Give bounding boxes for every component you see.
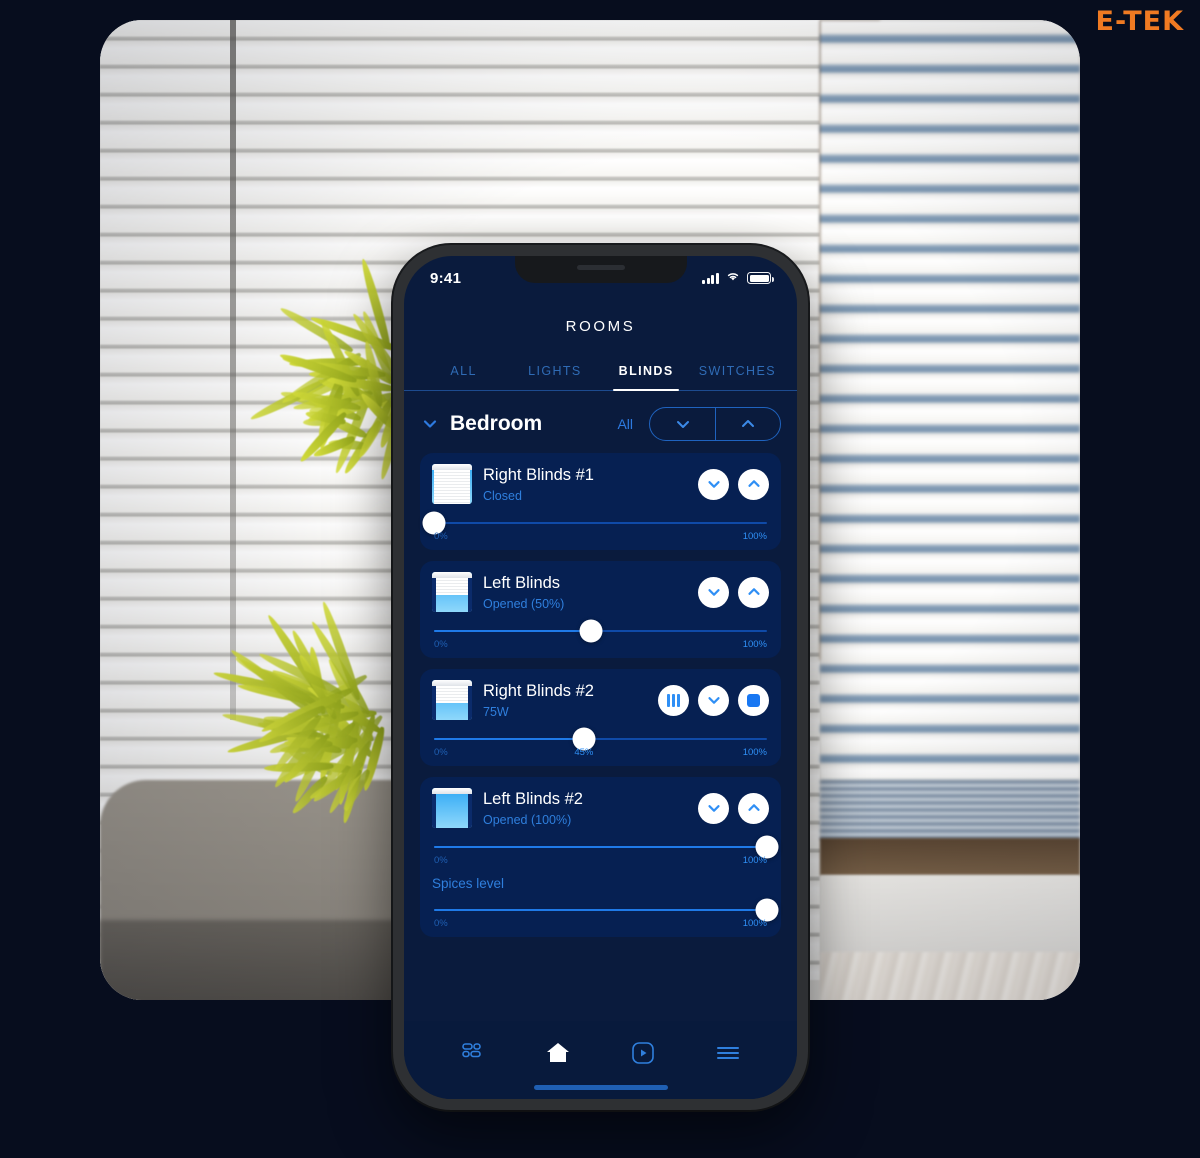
device-card[interactable]: Right Blinds #1 Closed 0% 100% bbox=[420, 453, 781, 550]
slider-track[interactable] bbox=[434, 738, 767, 740]
device-slider: 0% 100% bbox=[432, 504, 769, 542]
slider-min-label: 0% bbox=[434, 855, 448, 866]
tab-all[interactable]: ALL bbox=[418, 355, 509, 390]
device-card-header: Right Blinds #1 Closed bbox=[432, 464, 769, 504]
slider-track[interactable] bbox=[434, 630, 767, 632]
extra-slider-label: Spices level bbox=[432, 876, 769, 891]
device-status: 75W bbox=[483, 705, 647, 719]
slider-max-label: 100% bbox=[743, 918, 767, 929]
slider-track[interactable] bbox=[434, 909, 767, 911]
status-time: 9:41 bbox=[430, 270, 461, 287]
device-name: Right Blinds #1 bbox=[483, 465, 687, 486]
device-card-header: Left Blinds #2 Opened (100%) bbox=[432, 788, 769, 828]
device-name: Right Blinds #2 bbox=[483, 681, 647, 702]
device-slider: 0% 100% bbox=[432, 828, 769, 866]
room-header: Bedroom All bbox=[404, 391, 797, 453]
device-info: Right Blinds #2 75W bbox=[483, 681, 647, 719]
device-status: Opened (50%) bbox=[483, 597, 687, 611]
media-play-icon[interactable] bbox=[620, 1032, 666, 1074]
room-all-label: All bbox=[617, 416, 633, 432]
slider-max-label: 100% bbox=[743, 531, 767, 542]
device-info: Right Blinds #1 Closed bbox=[483, 465, 687, 503]
device-actions bbox=[698, 577, 769, 608]
device-name: Left Blinds bbox=[483, 573, 687, 594]
slider-scale: 0% 100% bbox=[434, 855, 767, 866]
bottom-navigation bbox=[404, 1021, 797, 1099]
room-name: Bedroom bbox=[450, 412, 607, 436]
close-blind-button[interactable] bbox=[698, 793, 729, 824]
slider-scale: 0% 100% bbox=[434, 918, 767, 929]
open-blind-button[interactable] bbox=[738, 577, 769, 608]
device-actions bbox=[658, 685, 769, 716]
open-blind-button[interactable] bbox=[738, 793, 769, 824]
room-group-controls bbox=[649, 407, 781, 441]
extra-slider: 0% 100% bbox=[432, 891, 769, 929]
slider-track[interactable] bbox=[434, 846, 767, 848]
blind-closed-icon bbox=[432, 464, 472, 504]
menu-icon[interactable] bbox=[705, 1032, 751, 1074]
device-card[interactable]: Left Blinds Opened (50%) 0% 100% bbox=[420, 561, 781, 658]
screenshot-root: E-TEK 9:41 ROOMS ALL LIGHTS BLINDS SWITC… bbox=[0, 0, 1200, 1158]
blind-half-icon bbox=[432, 680, 472, 720]
pause-icon[interactable] bbox=[658, 685, 689, 716]
chevron-down-icon[interactable] bbox=[420, 414, 440, 434]
device-status: Closed bbox=[483, 489, 687, 503]
phone-mockup: 9:41 ROOMS ALL LIGHTS BLINDS SWITCHES Be… bbox=[393, 245, 808, 1110]
slider-min-label: 0% bbox=[434, 918, 448, 929]
close-blind-button[interactable] bbox=[698, 469, 729, 500]
device-card-header: Right Blinds #2 75W bbox=[432, 680, 769, 720]
device-list: Right Blinds #1 Closed 0% 100% Left Blin… bbox=[404, 453, 797, 1021]
status-bar: 9:41 bbox=[404, 256, 797, 300]
device-card-header: Left Blinds Opened (50%) bbox=[432, 572, 769, 612]
blind-half-icon bbox=[432, 572, 472, 612]
slider-max-label: 100% bbox=[743, 639, 767, 650]
tab-blinds[interactable]: BLINDS bbox=[601, 355, 692, 390]
device-status: Opened (100%) bbox=[483, 813, 687, 827]
home-icon[interactable] bbox=[535, 1032, 581, 1074]
tab-switches[interactable]: SWITCHES bbox=[692, 355, 783, 390]
battery-icon bbox=[747, 272, 771, 284]
status-icons bbox=[702, 269, 771, 287]
tab-bar: ALL LIGHTS BLINDS SWITCHES bbox=[404, 355, 797, 391]
slider-scale: 0% 100% bbox=[434, 531, 767, 542]
device-card[interactable]: Right Blinds #2 75W 0% 45% 100% bbox=[420, 669, 781, 766]
close-blind-button[interactable] bbox=[698, 685, 729, 716]
slider-max-label: 100% bbox=[743, 747, 767, 758]
wifi-icon bbox=[725, 269, 741, 287]
close-blind-button[interactable] bbox=[698, 577, 729, 608]
blind-open-icon bbox=[432, 788, 472, 828]
device-name: Left Blinds #2 bbox=[483, 789, 687, 810]
group-close-all-button[interactable] bbox=[650, 408, 715, 440]
slider-value-label: 45% bbox=[574, 747, 593, 758]
device-card[interactable]: Left Blinds #2 Opened (100%) 0% 100% Spi… bbox=[420, 777, 781, 937]
slider-max-label: 100% bbox=[743, 855, 767, 866]
device-slider: 0% 45% 100% bbox=[432, 720, 769, 758]
device-info: Left Blinds #2 Opened (100%) bbox=[483, 789, 687, 827]
page-title: ROOMS bbox=[404, 300, 797, 355]
device-info: Left Blinds Opened (50%) bbox=[483, 573, 687, 611]
device-actions bbox=[698, 793, 769, 824]
signal-bars-icon bbox=[702, 273, 719, 284]
etek-logo: E-TEK bbox=[1096, 6, 1184, 37]
dashboard-icon[interactable] bbox=[450, 1032, 496, 1074]
device-actions bbox=[698, 469, 769, 500]
phone-screen: 9:41 ROOMS ALL LIGHTS BLINDS SWITCHES Be… bbox=[404, 256, 797, 1099]
slider-min-label: 0% bbox=[434, 639, 448, 650]
slider-track[interactable] bbox=[434, 522, 767, 524]
slider-min-label: 0% bbox=[434, 531, 448, 542]
slider-min-label: 0% bbox=[434, 747, 448, 758]
stop-icon[interactable] bbox=[738, 685, 769, 716]
home-indicator bbox=[534, 1085, 668, 1090]
open-blind-button[interactable] bbox=[738, 469, 769, 500]
slider-scale: 0% 100% bbox=[434, 639, 767, 650]
slider-scale: 0% 45% 100% bbox=[434, 747, 767, 758]
device-slider: 0% 100% bbox=[432, 612, 769, 650]
tab-lights[interactable]: LIGHTS bbox=[509, 355, 600, 390]
group-open-all-button[interactable] bbox=[715, 408, 780, 440]
